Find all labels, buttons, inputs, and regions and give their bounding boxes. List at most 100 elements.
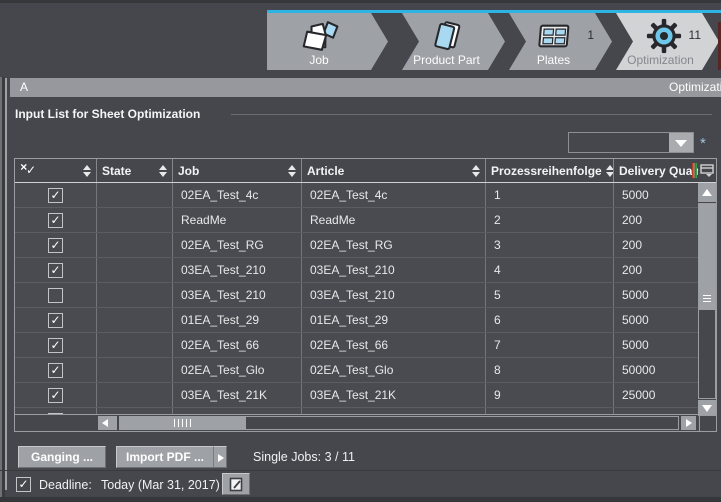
column-header-prozessreihenfolge[interactable]: Prozessreihenfolge [486,159,614,182]
cell-article: 01EA_Test_29 [302,308,486,332]
cell-job: 02EA_Test_Glo [173,358,302,382]
cell-prozessreihenfolge: 2 [486,208,614,232]
plates-icon [509,17,598,55]
import-pdf-menu-arrow[interactable] [213,446,227,468]
cell-state [97,208,173,232]
table-row[interactable]: ✓ 02EA_Test_4c 02EA_Test_4c 1 5000 [15,183,698,208]
horizontal-scrollbar[interactable] [15,414,698,431]
row-checkbox-cell: ✓ [15,233,97,257]
chevron-down-icon[interactable] [669,133,693,152]
row-checkbox[interactable]: ✓ [48,213,63,228]
cell-state [97,308,173,332]
tab-job-label: Job [267,53,371,67]
sort-icon[interactable] [468,165,480,177]
row-checkbox[interactable]: ✓ [48,388,63,403]
ganging-button[interactable]: Ganging ... [18,446,106,468]
cell-state [97,183,173,207]
scrollbar-corner [699,415,716,431]
scroll-left-button[interactable] [98,416,117,430]
row-checkbox[interactable]: ✓ [48,263,63,278]
tab-optimization[interactable]: 11 Optimization [616,13,719,70]
column-header-delivery-quantity[interactable]: Delivery Quan [614,159,698,182]
cell-job: 03EA_Test_21K [173,383,302,407]
cell-article: 02EA_Test_RG [302,233,486,257]
row-checkbox[interactable]: ✓ [48,338,63,353]
cell-prozessreihenfolge: 6 [486,308,614,332]
cell-job: 02EA_Test_4c [173,183,302,207]
single-jobs-status: Single Jobs: 3 / 11 [253,450,355,464]
top-border-strip [0,0,721,3]
tab-optimization-label: Optimization [616,53,705,67]
cell-state [97,358,173,382]
cell-job: 02EA_Test_RG [173,233,302,257]
cell-delivery-quantity: 25000 [614,383,698,407]
row-checkbox[interactable] [48,288,63,303]
select-all-icon: ×✓ [20,163,37,178]
column-chooser-button[interactable] [698,159,716,183]
table-row[interactable]: ✓ 03EA_Test_210 03EA_Test_210 4 200 [15,258,698,283]
scroll-up-button[interactable] [698,183,716,202]
plates-count: 1 [587,28,594,42]
filter-dropdown[interactable] [568,132,694,153]
row-checkbox-cell [15,283,97,307]
cell-state [97,233,173,257]
cell-article: 02EA_Test_Glo [302,358,486,382]
cell-delivery-quantity: 5000 [614,183,698,207]
cell-article: 03EA_Test_21K [302,383,486,407]
panel-tab-label: A [20,80,28,94]
footer-divider [0,470,721,471]
horizontal-scrollbar-thumb[interactable] [119,416,246,430]
table-row[interactable]: 03EA_Test_210 03EA_Test_210 5 5000 [15,283,698,308]
table-row[interactable]: ✓ ReadMe ReadMe 2 200 [15,208,698,233]
panel-header-bar[interactable]: A Optimization [10,78,721,97]
column-header-state[interactable]: State [97,159,173,182]
tab-job[interactable]: Job [267,13,388,70]
import-pdf-button[interactable]: Import PDF ... [116,446,214,468]
sort-icon[interactable] [284,165,296,177]
sort-icon[interactable] [79,165,91,177]
left-splitter-rail[interactable] [0,77,10,502]
cell-prozessreihenfolge: 9 [486,383,614,407]
cell-prozessreihenfolge: 3 [486,233,614,257]
cell-article: ReadMe [302,208,486,232]
open-folder-icon [267,17,374,55]
edit-deadline-button[interactable] [222,473,250,495]
table-row[interactable]: ✓ 03EA_Test_21K 03EA_Test_21K 9 25000 [15,383,698,408]
jobs-table: ×✓ State Job Article Prozessreihenfolge … [14,158,717,432]
cell-prozessreihenfolge: 7 [486,333,614,357]
row-checkbox[interactable]: ✓ [48,238,63,253]
scroll-down-button[interactable] [698,400,716,416]
table-row[interactable]: ✓ 02EA_Test_Glo 02EA_Test_Glo 8 50000 [15,358,698,383]
vertical-scrollbar[interactable] [698,183,716,416]
vertical-scrollbar-thumb[interactable] [699,204,715,310]
column-header-article[interactable]: Article [302,159,486,182]
sort-icon[interactable] [155,165,167,177]
row-checkbox[interactable]: ✓ [48,188,63,203]
cell-article: 03EA_Test_210 [302,258,486,282]
tab-plates[interactable]: 1 Plates [509,13,612,70]
bottom-border-strip [0,497,721,502]
tab-plates-label: Plates [509,53,598,67]
cell-delivery-quantity: 5000 [614,308,698,332]
row-checkbox[interactable]: ✓ [48,363,63,378]
cell-prozessreihenfolge: 8 [486,358,614,382]
table-row[interactable]: ✓ 01EA_Test_29 01EA_Test_29 6 5000 [15,308,698,333]
row-checkbox-cell: ✓ [15,383,97,407]
deadline-checkbox[interactable]: ✓ [16,477,31,492]
tab-product-part[interactable]: Product Part [402,13,505,70]
table-row[interactable]: ✓ 02EA_Test_66 02EA_Test_66 7 5000 [15,333,698,358]
workflow-accent-line [267,10,721,13]
table-row[interactable]: ✓ 02EA_Test_RG 02EA_Test_RG 3 200 [15,233,698,258]
cell-state [97,283,173,307]
scroll-right-button[interactable] [681,416,696,430]
column-header-select[interactable]: ×✓ [15,159,97,182]
row-checkbox[interactable]: ✓ [48,313,63,328]
cell-job: 02EA_Test_66 [173,333,302,357]
table-body: ✓ 02EA_Test_4c 02EA_Test_4c 1 5000 ✓ Rea… [15,183,698,416]
sort-icon[interactable] [602,165,614,177]
table-header: ×✓ State Job Article Prozessreihenfolge … [15,159,698,183]
cell-prozessreihenfolge: 1 [486,183,614,207]
cell-job: 01EA_Test_29 [173,308,302,332]
cell-article: 03EA_Test_210 [302,283,486,307]
column-header-job[interactable]: Job [173,159,302,182]
